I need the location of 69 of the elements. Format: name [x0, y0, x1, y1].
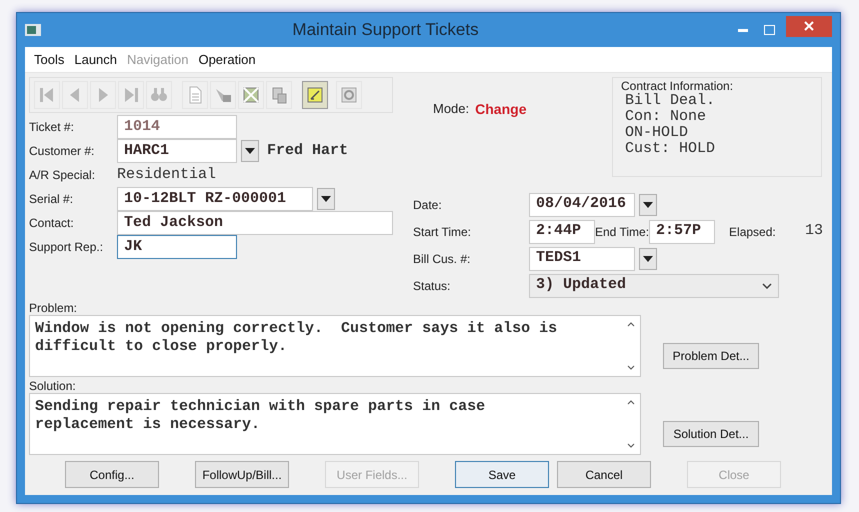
contract-line: Cust: HOLD	[624, 141, 716, 157]
field-label: Support Rep.:	[29, 239, 104, 256]
scroll-up-icon	[627, 322, 635, 327]
mode-label: Mode:	[433, 100, 470, 118]
contract-line: ON-HOLD	[624, 125, 690, 141]
field-label: Status:	[413, 278, 452, 294]
crossed-box-icon	[241, 85, 261, 105]
panel-title: Contract Information:	[621, 80, 734, 93]
field-label: Date:	[413, 196, 443, 214]
dialog-button[interactable]: FollowUp/Bill...	[195, 461, 289, 488]
caret-icon	[643, 202, 653, 208]
memo-field[interactable]: Window is not opening correctly. Customer says it also is difficult to close properly.	[29, 315, 641, 377]
dropdown-button[interactable]	[639, 194, 657, 216]
close-button[interactable]	[786, 16, 832, 36]
caret-icon	[643, 256, 653, 262]
memo-field[interactable]: Sending repair technician with spare parts in case replacement is necessary.	[29, 393, 641, 455]
field-label: A/R Special:	[29, 167, 96, 184]
caret-icon	[245, 148, 255, 154]
app-icon	[25, 24, 41, 36]
detail-button[interactable]: Problem Det...	[663, 343, 759, 369]
caret-icon	[321, 196, 331, 202]
field-label: Ticket #:	[29, 119, 75, 136]
input-field[interactable]: 08/04/2016	[529, 192, 635, 216]
field-label: Serial #:	[29, 191, 74, 208]
dropdown-button[interactable]	[639, 248, 657, 270]
close-icon	[804, 21, 814, 31]
dropdown-button[interactable]	[241, 140, 259, 162]
field-label: Start Time:	[413, 224, 472, 240]
memo-label: Solution:	[29, 379, 77, 393]
input-field[interactable]: JK	[117, 235, 237, 259]
dropdown-button[interactable]	[317, 188, 335, 210]
chevron-down-icon	[762, 282, 772, 288]
minimize-icon	[738, 28, 748, 32]
input-field[interactable]: 2:57P	[649, 220, 716, 244]
field-label: Customer #:	[29, 143, 96, 160]
window-title: Maintain Support Tickets	[291, 19, 480, 42]
menu-item[interactable]: Tools	[29, 50, 70, 70]
scroll-up-icon	[627, 400, 635, 405]
mode-value: Change	[475, 100, 526, 119]
input-field[interactable]: TEDS1	[529, 246, 635, 270]
memo-text: Sending repair technician with spare parts in case replacement is necessary.	[34, 397, 486, 435]
maximize-icon	[764, 25, 774, 35]
field-label: Contact:	[29, 215, 75, 232]
field-label: Elapsed:	[729, 224, 777, 240]
contract-line: Bill Deal.	[624, 93, 716, 109]
field-label: Bill Cus. #:	[413, 250, 472, 268]
dialog-button[interactable]: Config...	[65, 461, 159, 488]
memo-label: Problem:	[29, 301, 78, 315]
input-field[interactable]: 2:44P	[529, 220, 595, 244]
detail-button[interactable]: Solution Det...	[663, 421, 759, 447]
elapsed-value: 13	[805, 221, 824, 242]
customer-name: Fred Hart	[267, 140, 348, 161]
input-field[interactable]: HARC1	[117, 139, 237, 163]
memo-text: Window is not opening correctly. Customer says it also is difficult to close properly.	[34, 319, 558, 357]
edit-icon	[305, 85, 325, 105]
input-field[interactable]: 10-12BLT RZ-000001	[117, 187, 313, 211]
dialog-button[interactable]: Save	[455, 461, 549, 488]
menu-item[interactable]: Operation	[193, 50, 261, 70]
input-field[interactable]: Ted Jackson	[117, 211, 393, 235]
scroll-down-icon	[627, 443, 635, 448]
menu-item[interactable]: Launch	[69, 50, 122, 70]
dialog-button[interactable]: Cancel	[557, 461, 651, 488]
field-label: End Time:	[595, 224, 650, 240]
contract-line: Con: None	[624, 109, 708, 125]
status-select[interactable]: 3) Updated	[529, 274, 779, 298]
input-field[interactable]: 1014	[117, 115, 237, 139]
toolbar-button[interactable]	[302, 81, 328, 109]
scroll-down-icon	[627, 365, 635, 370]
field-value: Residential	[117, 164, 216, 185]
